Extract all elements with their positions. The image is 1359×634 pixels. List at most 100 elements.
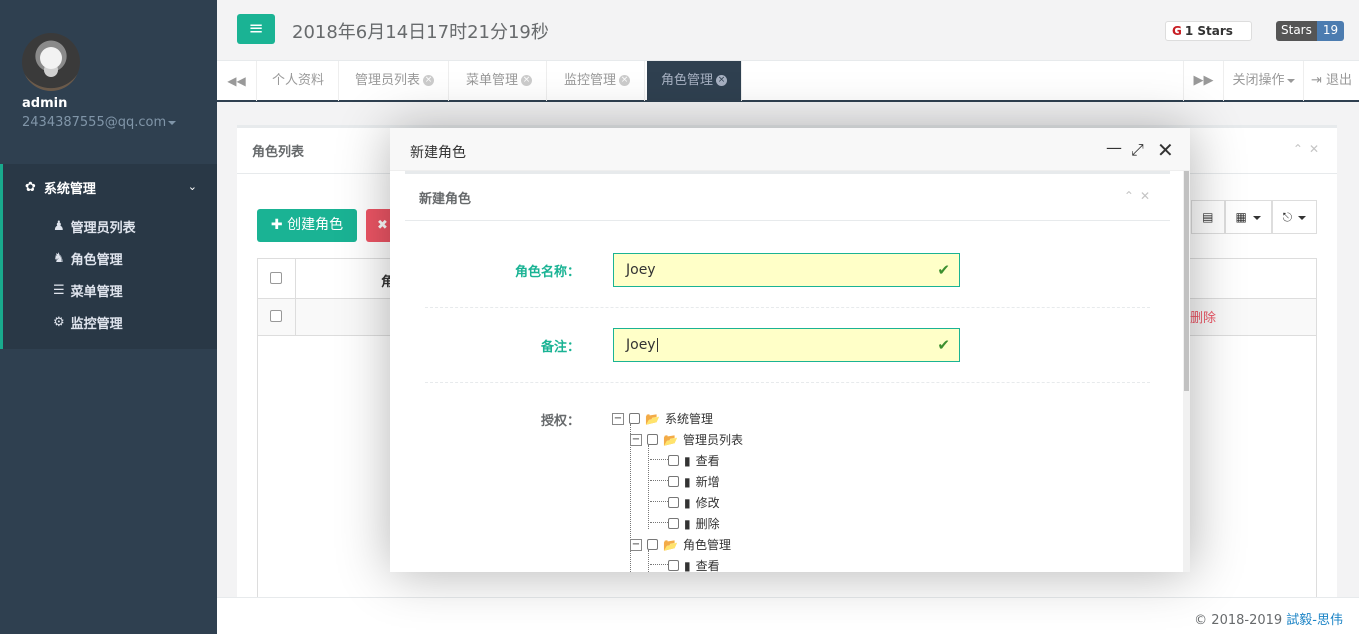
tree-node-label[interactable]: 角色管理: [683, 536, 731, 553]
tab-label: 监控管理: [564, 73, 617, 88]
tree-checkbox[interactable]: [668, 455, 679, 466]
tree-node-label[interactable]: 查看: [696, 452, 720, 469]
logout-button[interactable]: ⇥ 退出: [1303, 61, 1359, 101]
close-ops-label: 关闭操作: [1232, 73, 1285, 88]
tree-checkbox[interactable]: [629, 413, 640, 424]
file-icon: ▮: [684, 453, 691, 468]
export-button[interactable]: ⎋: [1271, 200, 1317, 234]
minimize-icon[interactable]: —: [1106, 138, 1122, 157]
new-role-modal: 新建角色 — ⤢ ✕ 新建角色 ⌃✕ 角色名称： Joey ✔ 备注： Joey ✔…: [390, 128, 1190, 572]
modal-scrollbar[interactable]: [1183, 171, 1190, 572]
stars-count: 19: [1316, 21, 1345, 41]
github-stars-badge[interactable]: Stars 19: [1276, 21, 1345, 41]
chevron-down-icon[interactable]: ⌄: [188, 180, 197, 193]
remark-input[interactable]: Joey ✔: [613, 328, 960, 362]
create-role-button[interactable]: ✚ 创建角色: [257, 209, 357, 242]
row-checkbox[interactable]: [270, 310, 282, 322]
user-email-dropdown[interactable]: 2434387555@qq.com: [22, 115, 177, 130]
chevron-up-icon[interactable]: ⌃: [1293, 142, 1309, 156]
select-all-checkbox[interactable]: [270, 272, 282, 284]
close-icon[interactable]: ×: [716, 75, 728, 86]
top-navbar: ≡ 2018年6月14日17时21分19秒 G1 Stars Stars 19: [217, 0, 1359, 61]
close-icon[interactable]: ×: [619, 75, 631, 86]
tree-node-label[interactable]: 查看: [696, 557, 720, 572]
logout-label: 退出: [1326, 73, 1353, 88]
nav-group-system: ✿ 系统管理 ⌄ ♟ 管理员列表 ♞ 角色管理 ☰ 菜单管理 ⚙ 监控管理: [0, 164, 217, 349]
tree-checkbox[interactable]: [647, 539, 658, 550]
tree-node-delete: ▮ 删除: [668, 515, 720, 532]
file-icon: ▮: [684, 474, 691, 489]
tree-node-label[interactable]: 新增: [696, 473, 720, 490]
collapse-toggle[interactable]: −: [612, 412, 624, 425]
tab-role[interactable]: 角色管理 ×: [647, 61, 743, 101]
nav-group-header[interactable]: ✿ 系统管理: [25, 178, 96, 197]
sidebar-item-menu[interactable]: ☰ 菜单管理: [53, 281, 123, 300]
maximize-icon[interactable]: ⤢: [1131, 140, 1144, 160]
gitee-star-label: 1 Stars: [1184, 24, 1233, 38]
tree-node-label[interactable]: 修改: [696, 494, 720, 511]
tree-node-label[interactable]: 系统管理: [665, 410, 713, 427]
sidebar-item-admin-list[interactable]: ♟ 管理员列表: [53, 217, 136, 236]
tree-checkbox[interactable]: [668, 476, 679, 487]
tab-menu[interactable]: 菜单管理 ×: [452, 61, 548, 101]
sidebar-item-label: 管理员列表: [70, 221, 136, 236]
avatar[interactable]: [22, 33, 80, 91]
tab-profile[interactable]: 个人资料: [258, 61, 340, 101]
close-icon[interactable]: ×: [423, 75, 435, 86]
caret-down-icon: [1252, 215, 1261, 220]
folder-open-icon: 📂: [663, 432, 678, 447]
modal-header: 新建角色 — ⤢ ✕: [390, 128, 1190, 171]
role-name-value: Joey: [626, 262, 656, 278]
user-icon: ♟: [53, 219, 65, 234]
tree-checkbox[interactable]: [668, 497, 679, 508]
tree-guide: [650, 501, 668, 502]
menu-toggle-button[interactable]: ≡: [237, 14, 275, 44]
chevron-up-icon[interactable]: ⌃: [1124, 189, 1140, 203]
remark-label: 备注：: [540, 340, 580, 355]
column-divider: [295, 259, 296, 336]
sidebar-item-monitor[interactable]: ⚙ 监控管理: [53, 313, 123, 332]
scroll-thumb[interactable]: [1184, 171, 1189, 391]
role-name-input[interactable]: Joey ✔: [613, 253, 960, 287]
tab-admin-list[interactable]: 管理员列表 ×: [341, 61, 450, 101]
close-icon[interactable]: ×: [521, 75, 533, 86]
close-icon[interactable]: ✕: [1157, 138, 1174, 162]
check-icon: ✔: [937, 336, 950, 354]
sidebar-item-role[interactable]: ♞ 角色管理: [53, 249, 123, 268]
close-icon[interactable]: ✕: [1309, 142, 1325, 156]
collapse-toggle[interactable]: −: [630, 433, 642, 446]
create-role-label: 创建角色: [287, 217, 344, 233]
nav-group-label: 系统管理: [43, 182, 96, 197]
gitee-star-badge[interactable]: G1 Stars: [1165, 21, 1252, 41]
th-icon: ▦: [1235, 210, 1247, 224]
tree-guide: [648, 445, 649, 529]
tree-checkbox[interactable]: [647, 434, 658, 445]
tab-scroll-right-button[interactable]: ▶▶: [1183, 61, 1223, 101]
columns-button[interactable]: ▦: [1224, 200, 1272, 234]
tree-checkbox[interactable]: [668, 518, 679, 529]
close-operations-dropdown[interactable]: 关闭操作: [1223, 61, 1303, 101]
file-icon: ▮: [684, 495, 691, 510]
folder-open-icon: 📂: [663, 537, 678, 552]
author-link[interactable]: 試毅-思伟: [1286, 613, 1343, 628]
tab-scroll-left-button[interactable]: ◀◀: [217, 61, 257, 101]
tree-node-view: ▮ 查看: [668, 452, 720, 469]
close-icon[interactable]: ✕: [1140, 189, 1156, 203]
cogs-icon: ⚙: [53, 315, 65, 330]
tree-guide: [650, 522, 668, 523]
caret-down-icon: [168, 120, 177, 125]
collapse-toggle[interactable]: −: [630, 538, 642, 551]
tree-node-label[interactable]: 管理员列表: [683, 431, 743, 448]
caret-down-icon: [1286, 78, 1295, 83]
card-view-button[interactable]: ▤: [1191, 200, 1225, 234]
tree-checkbox[interactable]: [668, 560, 679, 571]
tab-monitor[interactable]: 监控管理 ×: [550, 61, 646, 101]
table-toolbar: ▤ ▦ ⎋: [1191, 200, 1317, 234]
text-cursor: [656, 338, 658, 352]
tab-label: 菜单管理: [466, 73, 519, 88]
times-icon: ✖: [377, 218, 388, 233]
stars-label: Stars: [1276, 21, 1317, 41]
tree-node-label[interactable]: 删除: [696, 515, 720, 532]
plus-icon: ✚: [270, 217, 283, 233]
row-delete-link[interactable]: 删除: [1190, 307, 1216, 326]
